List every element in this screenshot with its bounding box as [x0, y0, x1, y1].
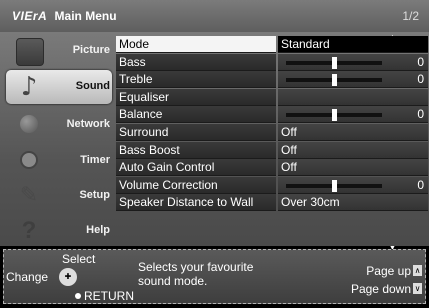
sidebar-item-sound[interactable]: ♪ Sound [6, 70, 112, 104]
page-up-hint: Page up [366, 264, 411, 278]
change-hint: Change [6, 270, 49, 284]
volume-correction-slider-thumb[interactable] [332, 179, 337, 192]
picture-icon [16, 38, 44, 66]
menu-row-slider[interactable]: 0 [278, 106, 428, 124]
menu-row-volume-correction[interactable]: Volume Correction 0 [116, 176, 428, 194]
menu-row-label: Bass Boost [116, 141, 276, 159]
menu-title: VIErA Main Menu [12, 9, 117, 23]
menu-row-value: 0 [417, 54, 424, 69]
menu-row-value[interactable]: Off [278, 159, 428, 177]
help-panel: Select Change ✚ RETURN Selects your favo… [3, 249, 426, 304]
menu-row-surround[interactable]: Surround Off [116, 123, 428, 141]
menu-row-label: Volume Correction [116, 176, 276, 194]
sound-menu-list: ▲ Mode Standard Bass 0 Treble 0 Equalise… [116, 34, 428, 252]
menu-row-label: Auto Gain Control [116, 159, 276, 177]
menu-row-balance[interactable]: Balance 0 [116, 106, 428, 124]
menu-row-auto-gain-control[interactable]: Auto Gain Control Off [116, 159, 428, 177]
menu-row-label: Balance [116, 106, 276, 124]
treble-slider-thumb[interactable] [332, 74, 337, 87]
menu-row-value: 0 [417, 177, 424, 192]
page-down-key-icon: ∨ [413, 283, 422, 294]
menu-row-label: Surround [116, 123, 276, 141]
sidebar-item-label: Timer [80, 154, 110, 166]
page-down-hint: Page down [350, 282, 411, 296]
menu-row-label: Equaliser [116, 88, 276, 106]
menu-row-slider[interactable]: 0 [278, 71, 428, 89]
select-hint: Select [62, 252, 96, 266]
menu-row-equaliser[interactable]: Equaliser [116, 88, 428, 106]
page-up-key-icon: ∧ [413, 265, 422, 276]
menu-row-label: Treble [116, 71, 276, 89]
sidebar-item-label: Picture [72, 44, 110, 56]
question-icon: ? [21, 217, 37, 244]
sidebar-item-label: Sound [75, 80, 110, 92]
bass-slider-track[interactable] [286, 56, 382, 69]
menu-title-text: Main Menu [54, 9, 117, 23]
clock-icon [20, 151, 38, 169]
balance-slider-thumb[interactable] [332, 109, 337, 122]
menu-row-mode[interactable]: Mode Standard [116, 36, 428, 53]
menu-row-bass-boost[interactable]: Bass Boost Off [116, 141, 428, 159]
main-panel: Picture ♪ Sound Network Timer ✎ Setup ? … [0, 32, 429, 252]
menu-row-value[interactable]: Over 30cm [278, 194, 428, 212]
sidebar-item-help[interactable]: ? Help [6, 214, 112, 248]
globe-icon [20, 115, 38, 133]
volume-correction-slider-track[interactable] [286, 179, 382, 192]
menu-row-bass[interactable]: Bass 0 [116, 53, 428, 71]
sidebar-item-label: Network [66, 118, 110, 130]
menu-row-label: Bass [116, 53, 276, 71]
menu-row-label: Mode [116, 36, 276, 53]
menu-row-slider[interactable]: 0 [278, 53, 428, 71]
menu-row-treble[interactable]: Treble 0 [116, 71, 428, 89]
sidebar-item-timer[interactable]: Timer [6, 144, 112, 178]
wrench-icon: ✎ [19, 183, 39, 208]
menu-row-speaker-distance[interactable]: Speaker Distance to Wall Over 30cm [116, 194, 428, 212]
brand-logo: VIErA [12, 9, 48, 23]
header-bar: VIErA Main Menu 1/2 [0, 0, 429, 32]
menu-row-value[interactable]: Standard [278, 36, 428, 53]
music-note-icon: ♪ [20, 72, 38, 102]
sidebar-item-label: Help [86, 224, 110, 236]
balance-slider-track[interactable] [286, 109, 382, 122]
return-hint: RETURN [84, 289, 134, 303]
sidebar-item-network[interactable]: Network [6, 108, 112, 142]
sidebar-item-setup[interactable]: ✎ Setup [6, 179, 112, 213]
menu-row-slider[interactable]: 0 [278, 176, 428, 194]
sidebar-item-picture[interactable]: Picture [6, 34, 112, 68]
treble-slider-track[interactable] [286, 74, 382, 87]
menu-row-value: 0 [417, 72, 424, 87]
menu-row-value: 0 [417, 107, 424, 122]
sidebar: Picture ♪ Sound Network Timer ✎ Setup ? … [0, 32, 114, 246]
menu-row-value[interactable]: Off [278, 141, 428, 159]
bass-slider-thumb[interactable] [332, 56, 337, 69]
page-indicator: 1/2 [402, 9, 419, 23]
menu-row-value[interactable]: Off [278, 123, 428, 141]
menu-row-value[interactable] [278, 88, 428, 106]
menu-row-label: Speaker Distance to Wall [116, 194, 276, 212]
help-description: Selects your favourite sound mode. [138, 260, 254, 288]
dpad-icon: ✚ [59, 268, 77, 286]
sidebar-item-label: Setup [79, 189, 110, 201]
return-button-icon [75, 293, 81, 299]
